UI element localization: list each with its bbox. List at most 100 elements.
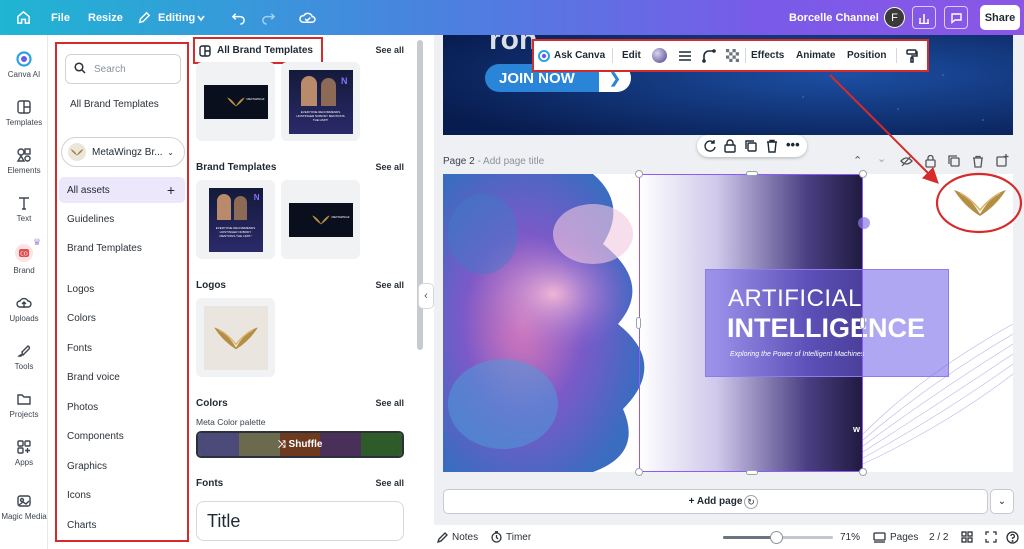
sidebar-item-brand-templates[interactable]: Brand Templates	[67, 243, 142, 254]
home-icon[interactable]	[16, 0, 31, 35]
chevron-down-icon[interactable]: ⌄	[877, 152, 886, 165]
sidebar-item-colors[interactable]: Colors	[67, 313, 96, 324]
resize-handle[interactable]	[746, 171, 758, 176]
rail-item-uploads[interactable]: Uploads	[0, 295, 48, 323]
rail-item-brand[interactable]: CO Brand ♛	[0, 237, 48, 275]
all-brand-templates-header[interactable]: All Brand Templates	[193, 37, 323, 64]
template-thumbnail[interactable]: N EVERYONE RECOMMENDS HOSTINGER NOBODY M…	[281, 62, 360, 141]
more-icon[interactable]: •••	[786, 137, 800, 152]
sidebar-item-fonts[interactable]: Fonts	[67, 343, 92, 354]
resize-handle[interactable]	[859, 468, 867, 476]
edit-button[interactable]: Edit	[622, 41, 641, 70]
add-page-options-button[interactable]: ⌄	[990, 489, 1014, 514]
collapse-panel-button[interactable]: ‹	[418, 283, 434, 309]
insights-icon[interactable]	[912, 6, 936, 29]
border-style-button[interactable]	[678, 41, 692, 70]
sidebar-item-components[interactable]: Components	[67, 431, 124, 442]
resize-handle[interactable]	[746, 470, 758, 475]
corner-rounding-button[interactable]	[702, 41, 716, 70]
duplicate-page-icon[interactable]	[948, 155, 960, 167]
comment-icon[interactable]	[944, 6, 968, 29]
trash-icon[interactable]	[765, 139, 779, 153]
refresh-icon[interactable]	[703, 139, 717, 153]
file-menu[interactable]: File	[51, 0, 70, 35]
pages-button[interactable]: Pages	[873, 525, 918, 549]
sidebar-item-all-assets[interactable]: All assets +	[59, 177, 185, 203]
see-all-link[interactable]: See all	[375, 398, 404, 408]
editing-mode-button[interactable]: Editing	[158, 0, 195, 35]
add-page-icon[interactable]	[996, 154, 1009, 167]
search-input[interactable]	[94, 63, 174, 75]
resize-handle[interactable]	[635, 468, 643, 476]
resize-handle[interactable]	[636, 317, 641, 329]
sidebar-item-brand-voice[interactable]: Brand voice	[67, 372, 120, 383]
share-button[interactable]: Share	[980, 5, 1020, 30]
page-counter[interactable]: 2 / 2	[929, 525, 948, 549]
animate-button[interactable]: Animate	[796, 41, 835, 70]
template-thumbnail[interactable]: METAWINGZ	[281, 180, 360, 259]
grid-view-icon[interactable]	[961, 525, 973, 549]
resize-handle[interactable]	[859, 170, 867, 178]
notes-button[interactable]: Notes	[437, 525, 478, 549]
chevron-up-icon[interactable]: ⌃	[853, 154, 862, 167]
rail-item-apps[interactable]: Apps	[0, 439, 48, 467]
chevron-down-icon[interactable]	[196, 0, 206, 35]
fullscreen-icon[interactable]	[985, 525, 997, 549]
resize-button[interactable]: Resize	[88, 0, 123, 35]
effects-button[interactable]: Effects	[751, 41, 784, 70]
lock-icon[interactable]	[723, 139, 737, 153]
font-title-card[interactable]: Title	[196, 501, 404, 541]
zoom-level[interactable]: 71%	[840, 525, 860, 549]
resize-handle[interactable]	[860, 317, 865, 329]
lock-icon[interactable]	[925, 155, 936, 168]
sidebar-item-icons[interactable]: Icons	[67, 490, 91, 501]
help-icon[interactable]	[1006, 525, 1019, 549]
copy-style-button[interactable]	[906, 41, 918, 70]
brand-kit-selector[interactable]: MetaWingz Br... ⌄	[61, 137, 185, 167]
position-button[interactable]: Position	[847, 41, 886, 70]
avatar[interactable]: F	[884, 7, 905, 28]
cloud-saved-icon[interactable]	[299, 0, 316, 35]
see-all-link[interactable]: See all	[375, 280, 404, 290]
logo-thumbnail[interactable]	[196, 298, 275, 377]
shuffle-button[interactable]: ⤨ Shuffle	[198, 433, 402, 456]
page-title-input[interactable]: - Add page title	[477, 156, 544, 167]
color-button[interactable]	[652, 41, 667, 70]
see-all-link[interactable]: See all	[375, 162, 404, 172]
rail-item-elements[interactable]: Elements	[0, 147, 48, 175]
duplicate-icon[interactable]	[744, 139, 758, 153]
rotate-handle[interactable]: ↻	[744, 495, 758, 509]
rail-item-projects[interactable]: Projects	[0, 391, 48, 419]
rail-item-tools[interactable]: Tools	[0, 343, 48, 371]
sidebar-item-logos[interactable]: Logos	[67, 284, 94, 295]
add-page-button[interactable]: + Add page	[443, 489, 988, 514]
undo-icon[interactable]	[231, 0, 246, 35]
redo-icon[interactable]	[261, 0, 276, 35]
ask-canva-button[interactable]: Ask Canva	[538, 41, 605, 70]
team-name[interactable]: Borcelle Channel	[789, 0, 879, 35]
transparency-button[interactable]	[726, 41, 739, 70]
zoom-slider-handle[interactable]	[769, 531, 783, 544]
timer-button[interactable]: Timer	[491, 525, 531, 549]
sidebar-item-photos[interactable]: Photos	[67, 402, 98, 413]
template-thumbnail[interactable]: METAWINGZ	[196, 62, 275, 141]
color-palette[interactable]: ⤨ Shuffle	[196, 431, 404, 458]
sidebar-item-charts[interactable]: Charts	[67, 520, 96, 531]
page-label[interactable]: Page 2 - Add page title	[443, 156, 544, 167]
rail-item-canva-ai[interactable]: Canva AI	[0, 51, 48, 79]
plus-icon[interactable]: +	[167, 183, 175, 197]
rail-item-text[interactable]: Text	[0, 195, 48, 223]
resize-handle[interactable]	[635, 170, 643, 178]
see-all-link[interactable]: See all	[375, 45, 404, 55]
hide-icon[interactable]	[900, 155, 913, 167]
template-thumbnail[interactable]: N EVERYONE RECOMMENDS HOSTINGER NOBODY M…	[196, 180, 275, 259]
all-brand-templates-link[interactable]: All Brand Templates	[70, 99, 159, 110]
delete-page-icon[interactable]	[972, 155, 984, 168]
rail-item-magic-media[interactable]: Magic Media	[0, 493, 48, 521]
sidebar-item-graphics[interactable]: Graphics	[67, 461, 107, 472]
canvas-logo[interactable]	[950, 186, 1010, 221]
search-field[interactable]	[65, 54, 181, 84]
see-all-link[interactable]: See all	[375, 478, 404, 488]
rail-item-templates[interactable]: Templates	[0, 99, 48, 127]
sidebar-item-guidelines[interactable]: Guidelines	[67, 214, 114, 225]
